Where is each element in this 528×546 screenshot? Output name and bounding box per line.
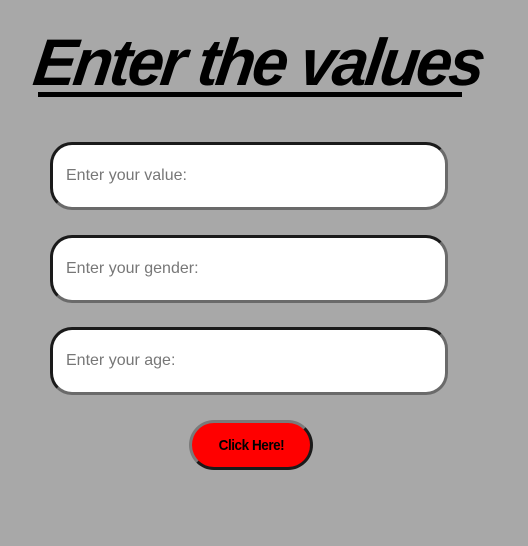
page-title: Enter the values — [29, 25, 488, 99]
value-input[interactable] — [50, 142, 448, 210]
gender-input[interactable] — [50, 235, 448, 303]
title-underline — [38, 92, 462, 97]
age-input[interactable] — [50, 327, 448, 395]
submit-button-label: Click Here! — [218, 436, 284, 454]
submit-button[interactable]: Click Here! — [189, 420, 313, 470]
